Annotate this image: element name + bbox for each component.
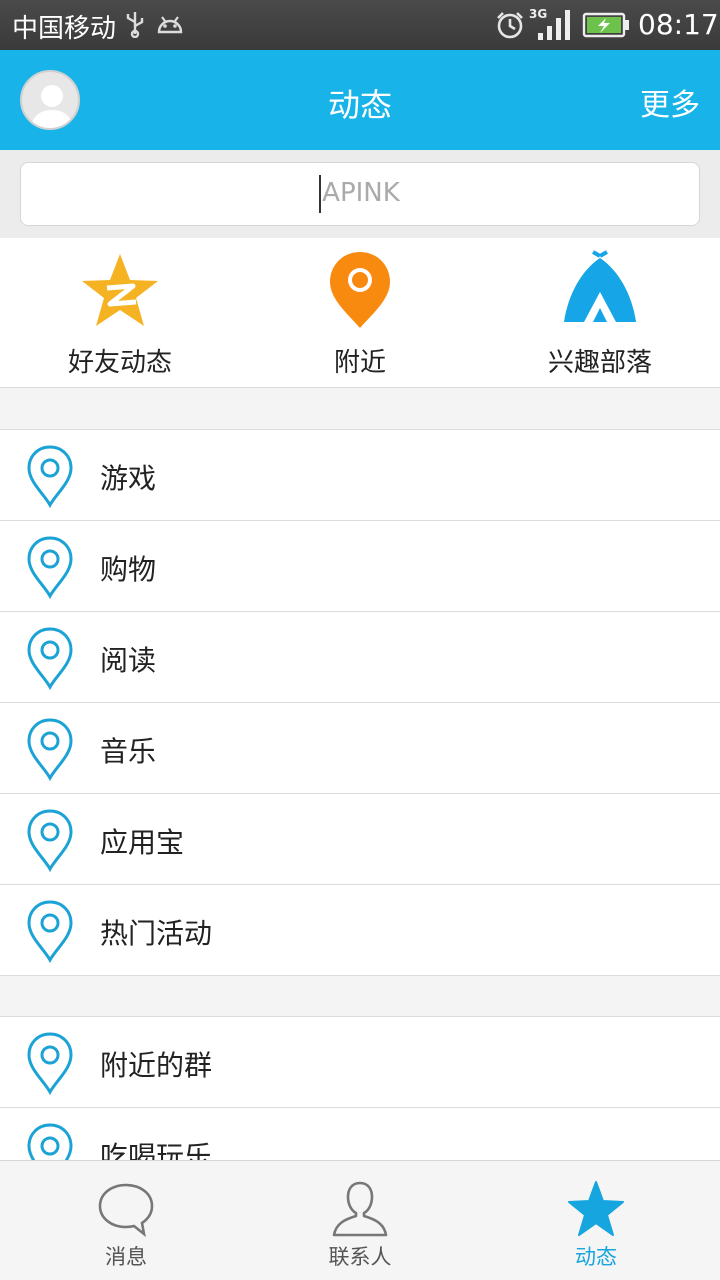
location-pin-icon <box>27 627 73 690</box>
list-item-label: 附近的群 <box>100 1049 213 1082</box>
list-item-reading[interactable]: 阅读 <box>0 612 720 703</box>
clock: 08:17 <box>638 8 719 41</box>
location-pin-icon <box>27 445 73 508</box>
shortcut-label: 好友动态 <box>67 348 172 378</box>
tab-contacts[interactable]: 联系人 <box>240 1161 480 1280</box>
list-item-nearby-groups[interactable]: 附近的群 <box>0 1017 720 1108</box>
svg-text:3G: 3G <box>529 7 547 21</box>
tab-label: 动态 <box>575 1245 617 1269</box>
search-bar: APINK <box>0 150 720 238</box>
list-item-app-store[interactable]: 应用宝 <box>0 794 720 885</box>
carrier-name: 中国移动 <box>12 14 117 44</box>
list-item-music[interactable]: 音乐 <box>0 703 720 794</box>
bottom-nav: 消息 联系人 动态 <box>0 1160 720 1280</box>
list-item-label: 热门活动 <box>100 917 213 950</box>
location-pin-icon <box>330 252 390 328</box>
list-item-label: 应用宝 <box>100 826 185 859</box>
list-item-hot-events[interactable]: 热门活动 <box>0 885 720 976</box>
location-pin-icon <box>27 536 73 599</box>
list-group-services: 游戏 购物 阅读 音乐 应用宝 热门活动 <box>0 429 720 976</box>
star-icon <box>568 1181 624 1236</box>
usb-icon <box>126 12 144 38</box>
chat-bubble-icon <box>98 1183 154 1238</box>
page-title: 动态 <box>327 86 392 124</box>
signal-strength-icon: 3G <box>529 7 570 40</box>
location-pin-icon <box>27 718 73 781</box>
android-debug-icon <box>157 16 183 34</box>
battery-charging-icon <box>582 12 629 38</box>
more-button[interactable]: 更多 <box>640 80 700 124</box>
tent-icon <box>564 250 636 322</box>
list-item-games[interactable]: 游戏 <box>0 430 720 521</box>
list-item-label: 购物 <box>100 553 157 586</box>
search-input-value: APINK <box>322 178 400 208</box>
tab-feed[interactable]: 动态 <box>476 1161 716 1280</box>
tab-label: 消息 <box>105 1245 147 1269</box>
shortcut-grid: 好友动态 附近 兴趣部落 <box>0 238 720 388</box>
shortcut-interest-tribe[interactable]: 兴趣部落 <box>480 238 720 388</box>
shortcut-friend-feed[interactable]: 好友动态 <box>0 238 240 388</box>
tab-messages[interactable]: 消息 <box>6 1161 246 1280</box>
status-bar: 中国移动 3G 08:17 <box>0 0 720 50</box>
shortcut-label: 附近 <box>333 348 386 378</box>
alarm-icon <box>497 12 523 39</box>
location-pin-icon <box>27 900 73 963</box>
list-item-label: 游戏 <box>100 462 157 495</box>
location-pin-icon <box>27 1032 73 1095</box>
tab-label: 联系人 <box>328 1245 392 1269</box>
list-item-label: 音乐 <box>100 735 157 768</box>
shortcut-label: 兴趣部落 <box>547 348 652 378</box>
person-icon <box>332 1181 388 1237</box>
title-bar: 动态 更多 <box>0 50 720 150</box>
location-pin-icon <box>27 809 73 872</box>
shortcut-nearby[interactable]: 附近 <box>240 238 480 388</box>
list-item-label: 阅读 <box>100 644 157 677</box>
list-item-shopping[interactable]: 购物 <box>0 521 720 612</box>
search-input[interactable]: APINK <box>20 162 700 226</box>
qzone-star-icon <box>82 254 158 326</box>
